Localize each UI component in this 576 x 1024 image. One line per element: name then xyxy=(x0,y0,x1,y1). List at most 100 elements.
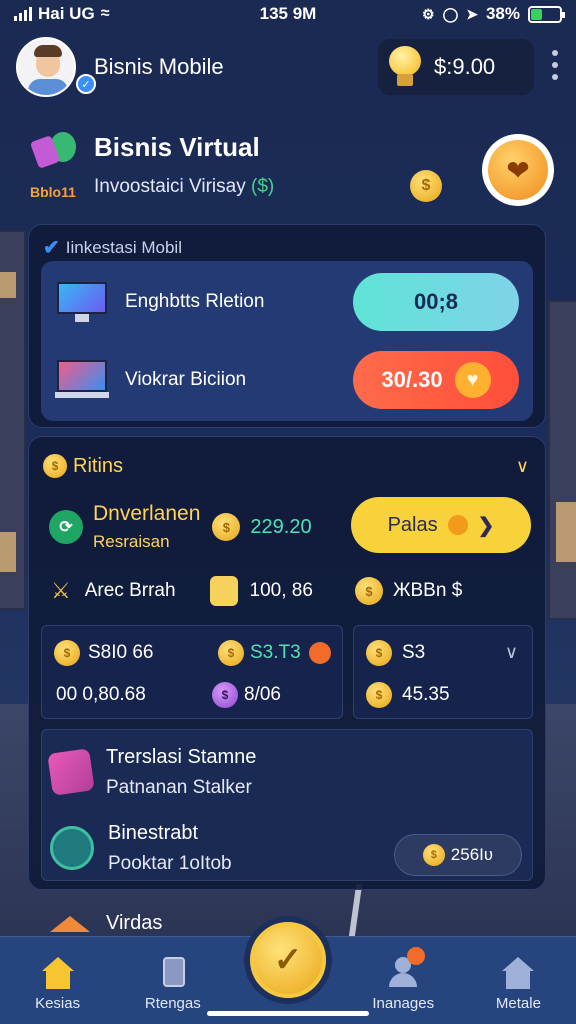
user-icon xyxy=(385,947,426,989)
coin-icon: $ xyxy=(366,640,392,666)
ritins-row-amount: 229.20 xyxy=(250,515,312,538)
sword-icon: ⚔ xyxy=(51,578,71,603)
hero-title: Bisnis Virtual xyxy=(94,132,260,162)
stat-value: 45.35 xyxy=(402,684,450,705)
check-icon: ✔ xyxy=(43,237,60,259)
stat-row: 00 0,80.68 $ 8/06 xyxy=(56,682,281,708)
app-header: ✓ Bisnis Mobile $:9.00 xyxy=(16,36,560,98)
stats-grid-left: $ S8I0 66 $ S3.T3 00 0,80.68 $ 8/06 xyxy=(41,625,343,719)
investment-row-label: Viokrar Biciion xyxy=(125,369,247,390)
monitor-icon xyxy=(55,280,109,324)
nav-label: Kesias xyxy=(35,995,81,1012)
investment-value: 00;8 xyxy=(413,289,459,314)
profile-name: Bisnis Mobile xyxy=(94,54,224,79)
investment-row[interactable]: Enghbtts Rletion 00;8 xyxy=(55,271,519,333)
verified-badge-icon: ✓ xyxy=(76,74,96,94)
house-icon xyxy=(50,915,90,932)
investment-row[interactable]: Viokrar Biciion 30/.30 ♥ xyxy=(55,349,519,411)
hero-subtitle-text: Invoostaici Virisay xyxy=(94,176,246,197)
nav-label: Inanages xyxy=(372,995,435,1012)
background-building-left xyxy=(0,230,26,610)
investment-card: ✔ Iinkestasi Mobil Enghbtts Rletion 00;8… xyxy=(28,224,546,428)
coin-icon: $ xyxy=(43,454,67,478)
coin-dot-icon xyxy=(447,515,468,535)
clipboard-icon xyxy=(155,957,191,989)
laptop-icon xyxy=(55,358,109,402)
investment-card-title: ✔ Iinkestasi Mobil xyxy=(43,235,182,260)
balance-pill[interactable]: $:9.00 xyxy=(378,39,534,95)
list-item-subtitle: Pooktar 1oItob xyxy=(108,852,232,874)
background-building-right xyxy=(548,300,576,620)
list-item[interactable]: Binestrabt Pooktar 1oItob xyxy=(50,818,232,878)
checkmark-icon: ✓ xyxy=(273,941,303,979)
notification-dot xyxy=(407,947,426,965)
heart-icon: ♥ xyxy=(454,362,491,398)
list-item-subtitle: Patnanan Stalker xyxy=(106,776,252,798)
ritins-main-row: ⟳ Dnverlanen Resraisan $ 229.20 xyxy=(49,497,349,557)
activity-list: Trerslasi Stamne Patnanan Stalker Binest… xyxy=(41,729,533,881)
coin-icon: $ xyxy=(422,844,445,866)
hero-section: Bblo11 Bisnis Virtual Invoostaici Virisa… xyxy=(29,124,556,214)
coin-icon: $ xyxy=(54,640,80,666)
list-item[interactable]: Trerslasi Stamne Patnanan Stalker xyxy=(47,742,257,802)
stats-grid-right[interactable]: $ S3 ∨ $ 45.35 xyxy=(353,625,533,719)
record-icon xyxy=(308,642,331,664)
coin-icon: $ xyxy=(366,682,392,708)
document-icon xyxy=(209,576,238,606)
status-bar: Hai UG ≈ 135 9M ⚙ ◯ ➤ 38% xyxy=(0,0,576,28)
ritins-row-subtitle: Resraisan xyxy=(93,532,170,551)
clock: 135 9M xyxy=(259,4,317,23)
stat-value: S8I0 66 xyxy=(88,642,154,663)
robot-icon xyxy=(50,826,94,870)
nav-item-profile[interactable]: Metale xyxy=(461,937,576,1024)
coin-icon: $ xyxy=(218,640,244,666)
chevron-down-icon[interactable]: ∨ xyxy=(516,456,529,477)
stat-value: S3.T3 xyxy=(250,642,301,663)
ritins-row-title: Dnverlanen xyxy=(93,502,201,525)
value-badge-text: 256Iʋ xyxy=(450,845,494,864)
investment-value-button[interactable]: 30/.30 ♥ xyxy=(353,351,519,409)
palas-button[interactable]: Palas ❯ xyxy=(351,497,531,553)
hero-tag: Bblo11 xyxy=(30,184,76,200)
ritins-header[interactable]: $ Ritins ∨ xyxy=(43,451,529,481)
ritins-secondary-right: ЖBBn $ xyxy=(392,580,463,601)
nav-label: Metale xyxy=(495,995,541,1012)
stat-value: 8/06 xyxy=(244,684,281,705)
puzzle-icon xyxy=(47,748,95,796)
ritins-secondary-amount: 100, 86 xyxy=(249,580,313,601)
avatar[interactable] xyxy=(16,37,76,97)
hero-subtitle: Invoostaici Virisay ($) xyxy=(94,176,274,198)
lightbulb-icon xyxy=(386,46,424,88)
profile-house-icon xyxy=(500,957,536,989)
list-item-title: Trerslasi Stamne xyxy=(106,745,257,768)
heart-icon: ❤ xyxy=(488,140,548,200)
investment-value-button[interactable]: 00;8 xyxy=(353,273,519,331)
list-item-title: Binestrabt xyxy=(108,821,199,844)
refresh-icon: ⟳ xyxy=(49,510,83,544)
stat-row: $ S8I0 66 $ S3.T3 xyxy=(54,640,331,666)
hero-action-badge[interactable]: ❤ xyxy=(482,134,554,206)
investment-row-label: Enghbtts Rletion xyxy=(125,291,265,312)
nav-item-home[interactable]: Kesias xyxy=(0,937,115,1024)
partial-item-label: Virdas xyxy=(106,912,163,934)
ritins-secondary-row: ⚔ Arec Brrah 100, 86 $ ЖBBn $ xyxy=(51,573,531,609)
stat-value: 00 0,80.68 xyxy=(56,684,146,705)
chevron-down-icon[interactable]: ∨ xyxy=(505,642,518,663)
battery-icon xyxy=(528,5,565,23)
partial-list-item[interactable]: Virdas xyxy=(50,912,162,935)
home-indicator[interactable] xyxy=(207,1011,369,1016)
nav-label: Rtengas xyxy=(144,995,201,1012)
stat-value: S3 xyxy=(402,642,426,663)
ritins-card: $ Ritins ∨ ⟳ Dnverlanen Resraisan $ 229.… xyxy=(28,436,546,890)
center-action-button[interactable]: ✓ xyxy=(250,922,326,998)
home-icon xyxy=(40,957,76,989)
value-badge[interactable]: $ 256Iʋ xyxy=(394,834,522,876)
balance-value: $:9.00 xyxy=(434,54,496,79)
ritins-secondary-label: Arec Brrah xyxy=(84,580,176,601)
ritins-title: Ritins xyxy=(73,454,124,477)
investment-panel: Enghbtts Rletion 00;8 Viokrar Biciion 30… xyxy=(41,261,533,421)
investment-card-title-text: Iinkestasi Mobil xyxy=(65,237,182,257)
palas-button-label: Palas xyxy=(387,513,438,536)
more-menu-icon[interactable] xyxy=(550,50,560,80)
hero-subtitle-accent: ($) xyxy=(251,176,275,197)
